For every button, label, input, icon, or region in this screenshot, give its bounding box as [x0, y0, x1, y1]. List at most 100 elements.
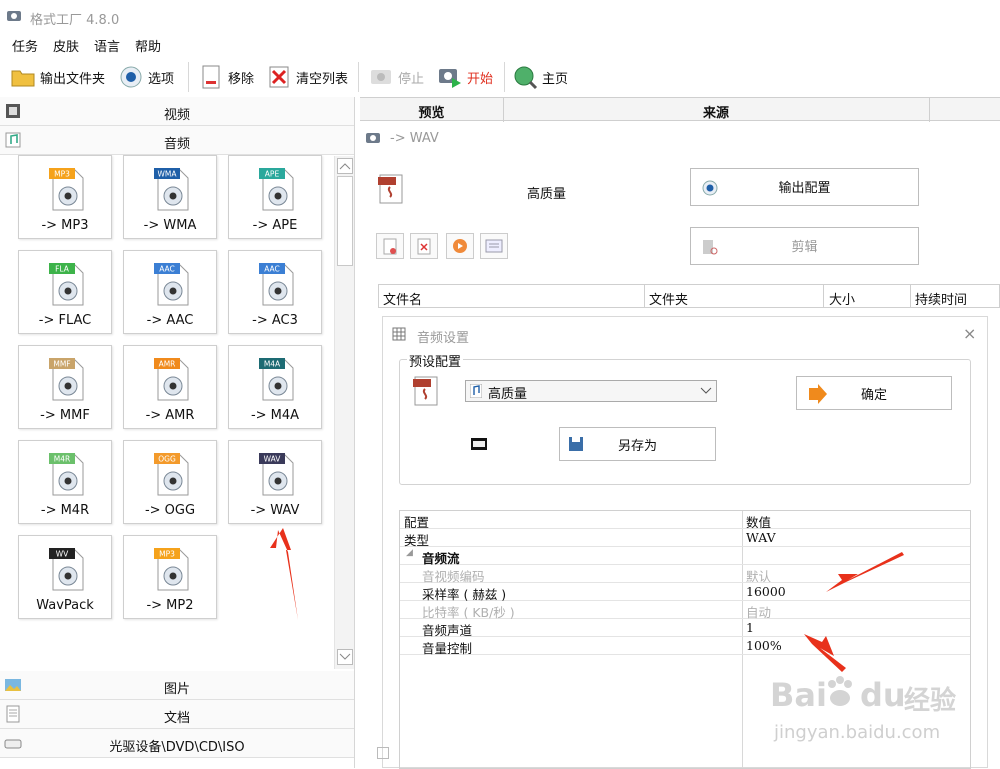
output-config-button[interactable]: 输出配置 [690, 168, 919, 206]
property-group-row[interactable]: ◢ 音频流 [400, 547, 970, 566]
property-value[interactable]: 1 [746, 620, 754, 635]
format-tile[interactable]: WAV -> WAV [228, 440, 322, 524]
format-tile[interactable]: WV WavPack [18, 535, 112, 619]
play-button[interactable] [446, 233, 474, 259]
property-value[interactable]: WAV [746, 530, 776, 545]
category-audio[interactable]: 音频 [0, 126, 354, 155]
scroll-down-button[interactable] [337, 649, 353, 665]
category-video[interactable]: 视频 [0, 97, 354, 126]
format-tile[interactable]: M4A -> M4A [228, 345, 322, 429]
svg-text:AAC: AAC [159, 265, 175, 274]
category-picture[interactable]: 图片 [0, 671, 354, 700]
header-divider [929, 98, 930, 122]
scroll-up-button[interactable] [337, 158, 353, 174]
svg-text:MMF: MMF [53, 360, 70, 369]
folder-icon [11, 70, 35, 87]
home-button[interactable]: 主页 [512, 60, 568, 94]
ok-button[interactable]: 确定 [796, 376, 952, 410]
format-tile[interactable]: FLA -> FLAC [18, 250, 112, 334]
property-row[interactable]: 比特率 ( KB/秒 ) 自动 [400, 601, 970, 620]
menu-language[interactable]: 语言 [94, 36, 120, 55]
settings-grid-icon [392, 327, 406, 341]
audio-file-icon: MP3 [154, 548, 189, 591]
remove-file-icon [417, 238, 431, 255]
format-tile[interactable]: AAC -> AAC [123, 250, 217, 334]
ok-label: 确定 [860, 388, 887, 403]
property-row[interactable]: 音频声道 1 [400, 619, 970, 638]
col-duration[interactable]: 持续时间 [915, 289, 967, 308]
svg-text:MP3: MP3 [54, 170, 70, 179]
format-tile[interactable]: MP3 -> MP2 [123, 535, 217, 619]
format-grid-scrollbar[interactable] [334, 156, 354, 669]
checkbox[interactable] [377, 747, 389, 759]
header-source[interactable]: 来源 [503, 102, 929, 121]
options-label: 选项 [148, 71, 175, 87]
quality-label: 高质量 [527, 187, 567, 202]
remove-button[interactable]: 移除 [198, 60, 254, 94]
svg-text:M4R: M4R [54, 455, 70, 464]
menu-help[interactable]: 帮助 [135, 36, 161, 55]
menu-task[interactable]: 任务 [12, 36, 38, 55]
add-file-button[interactable] [376, 233, 404, 259]
save-as-button[interactable]: 另存为 [559, 427, 716, 461]
column-divider [823, 285, 824, 307]
add-file-icon [383, 238, 397, 255]
format-tile[interactable]: AAC -> AC3 [228, 250, 322, 334]
baidu-watermark: Bai du 经验 jingyan.baidu.com [764, 662, 1000, 768]
start-button[interactable]: 开始 [437, 60, 493, 94]
column-divider [910, 285, 911, 307]
property-value[interactable]: 100% [746, 638, 782, 653]
close-icon[interactable]: × [963, 324, 976, 343]
col-folder[interactable]: 文件夹 [649, 289, 688, 308]
preset-dropdown[interactable]: 高质量 [465, 380, 717, 402]
format-tile[interactable]: MMF -> MMF [18, 345, 112, 429]
clip-button[interactable]: 剪辑 [690, 227, 919, 265]
task-icon [366, 133, 380, 143]
svg-text:WMA: WMA [157, 170, 177, 179]
audio-file-icon: AAC [259, 263, 294, 306]
format-tile[interactable]: MP3 -> MP3 [18, 155, 112, 239]
property-value[interactable]: 16000 [746, 584, 786, 599]
watermark-url: jingyan.baidu.com [774, 722, 941, 743]
property-row[interactable]: 采样率 ( 赫兹 ) 16000 [400, 583, 970, 602]
format-tile-label: -> WAV [250, 503, 300, 518]
format-tile[interactable]: AMR -> AMR [123, 345, 217, 429]
music-note-icon [470, 384, 482, 398]
format-tile-label: WavPack [36, 598, 94, 613]
audio-file-icon: FLA [49, 263, 84, 306]
info-button[interactable] [480, 233, 508, 259]
stop-button[interactable]: 停止 [368, 60, 424, 94]
scrollbar-thumb[interactable] [337, 176, 353, 266]
property-row[interactable]: 类型 WAV [400, 529, 970, 548]
col-size[interactable]: 大小 [829, 289, 855, 308]
save-as-label: 另存为 [617, 439, 657, 454]
audio-file-icon: M4A [259, 358, 294, 401]
property-row[interactable]: 音视频编码 默认 [400, 565, 970, 584]
remove-file-button[interactable] [410, 233, 438, 259]
task-list-header: 预览 来源 [360, 97, 1000, 122]
remove-label: 移除 [228, 71, 255, 87]
options-button[interactable]: 选项 [118, 60, 174, 94]
format-tile[interactable]: OGG -> OGG [123, 440, 217, 524]
start-icon [439, 69, 461, 88]
collapse-triangle-icon[interactable]: ◢ [406, 548, 413, 558]
format-tile[interactable]: WMA -> WMA [123, 155, 217, 239]
header-preview[interactable]: 预览 [360, 102, 503, 121]
category-optical-disc[interactable]: 光驱设备\DVD\CD\ISO [0, 729, 354, 758]
document-remove-icon [202, 65, 220, 89]
output-config-label: 输出配置 [778, 181, 831, 196]
format-tile-label: -> APE [252, 218, 298, 233]
svg-text:M4A: M4A [264, 360, 281, 369]
preset-legend: 预设配置 [407, 351, 464, 370]
menu-skin[interactable]: 皮肤 [53, 36, 79, 55]
play-icon [453, 239, 467, 253]
format-tile[interactable]: APE -> APE [228, 155, 322, 239]
property-row[interactable]: 音量控制 100% [400, 637, 970, 656]
clear-list-button[interactable]: 清空列表 [266, 60, 348, 94]
clip-label: 剪辑 [791, 240, 818, 255]
col-filename[interactable]: 文件名 [383, 289, 422, 308]
category-document[interactable]: 文档 [0, 700, 354, 729]
output-folder-button[interactable]: 输出文件夹 [10, 60, 105, 94]
audio-file-icon: WAV [259, 453, 294, 496]
format-tile[interactable]: M4R -> M4R [18, 440, 112, 524]
